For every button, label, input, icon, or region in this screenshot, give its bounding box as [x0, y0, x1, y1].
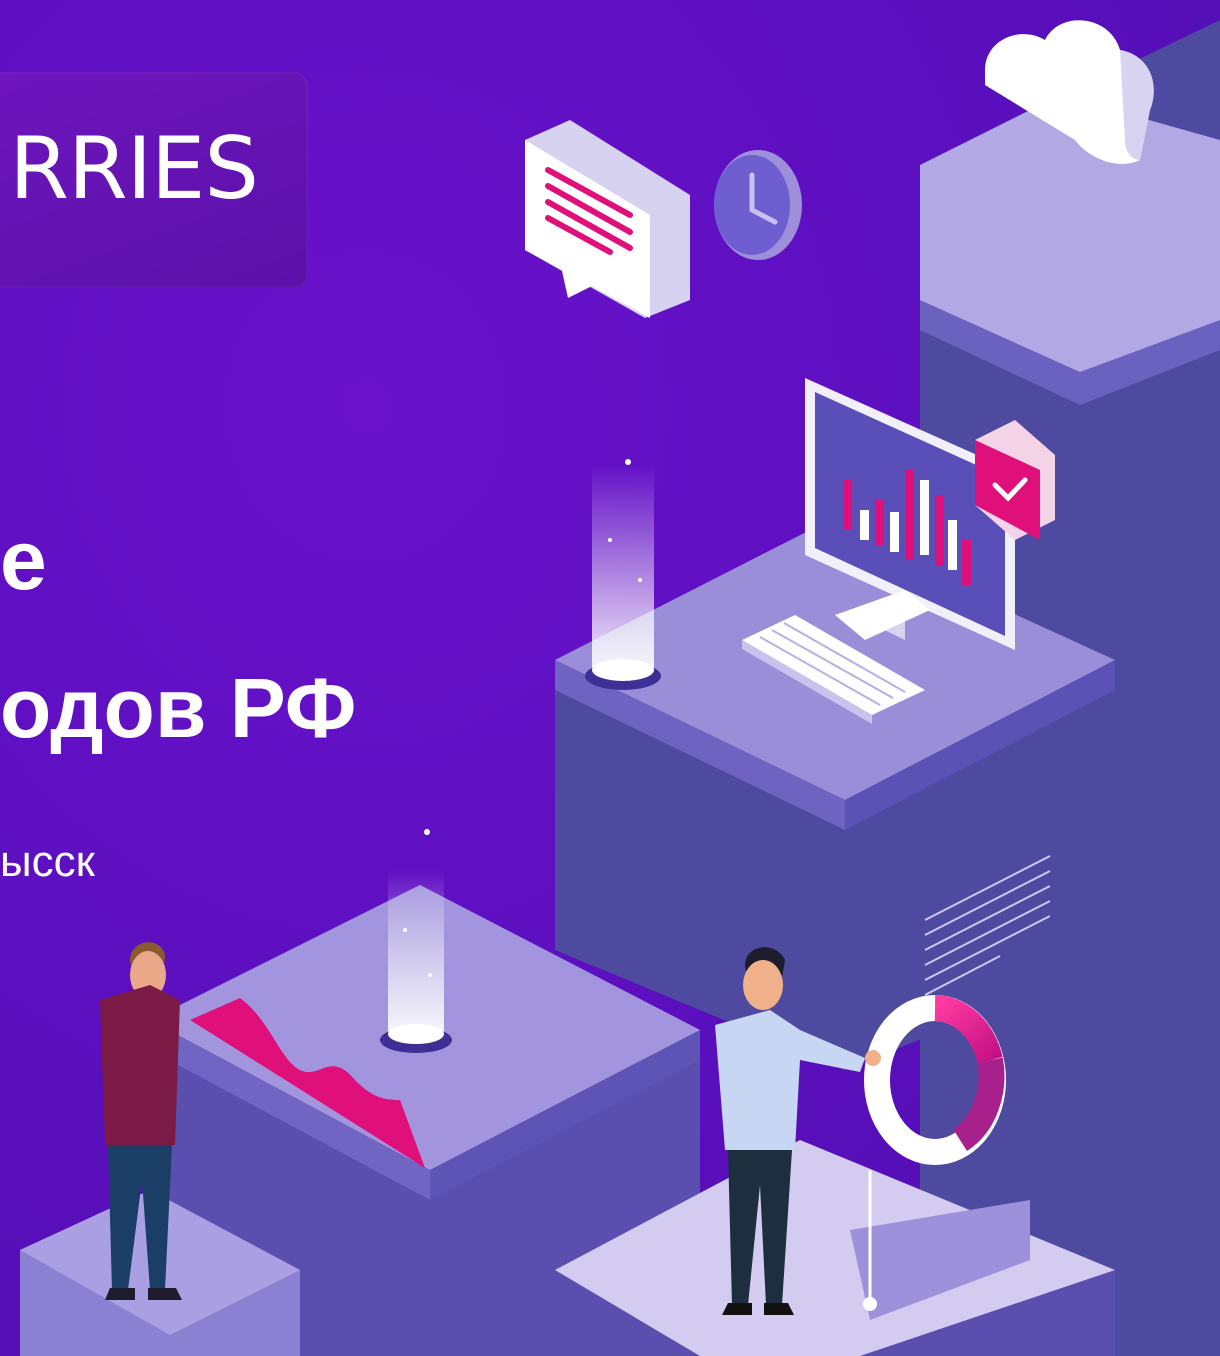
headline-line-1: е	[0, 513, 47, 607]
chat-bubble-icon	[525, 120, 690, 318]
subtitle: ысск	[0, 837, 95, 886]
logo-text: RRIES	[9, 119, 259, 219]
banner: RRIES е одов РФ ысск	[0, 0, 1220, 1356]
clock-icon	[714, 150, 802, 260]
light-beam	[380, 870, 452, 1053]
headline-line-2: одов РФ	[0, 661, 357, 755]
light-beam	[585, 465, 661, 690]
